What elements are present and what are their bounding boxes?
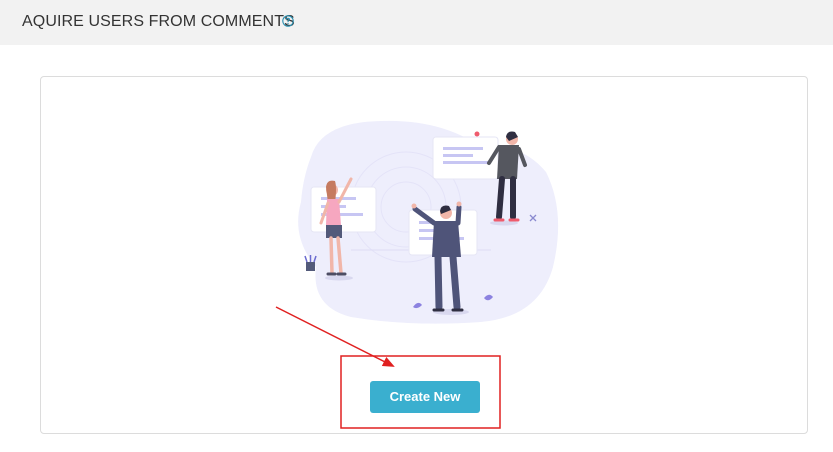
create-new-button[interactable]: Create New — [370, 381, 480, 413]
people-with-speech-bubbles-illustration — [298, 120, 559, 324]
page-header: AQUIRE USERS FROM COMMENTS — [0, 0, 833, 45]
content-card: Create New — [40, 76, 808, 434]
question-circle-icon[interactable] — [282, 15, 294, 27]
page-title: AQUIRE USERS FROM COMMENTS — [22, 13, 295, 30]
